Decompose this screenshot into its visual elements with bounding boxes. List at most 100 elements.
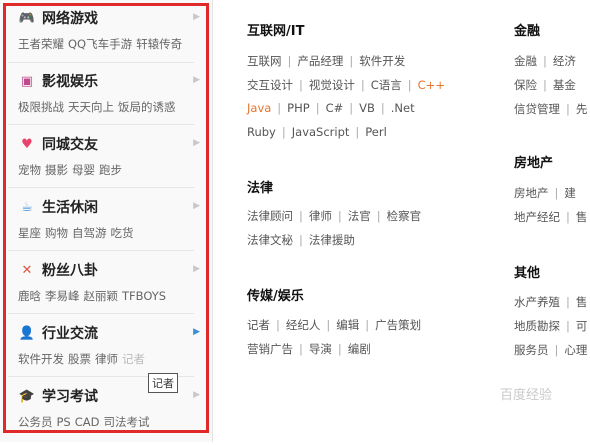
sub-link[interactable]: 鹿晗 <box>18 289 41 303</box>
sub-link[interactable]: CAD <box>75 415 100 429</box>
sub-link[interactable]: 摄影 <box>45 163 68 177</box>
job-link[interactable]: 水产养殖 <box>514 294 560 310</box>
job-link[interactable]: 法律文秘 <box>247 232 293 248</box>
chevron-right-icon: ▶ <box>193 201 200 211</box>
sub-link[interactable]: 天天向上 <box>68 100 114 114</box>
job-link[interactable]: 记者 <box>247 317 270 333</box>
sub-link[interactable]: 跑步 <box>99 163 122 177</box>
job-link[interactable]: C# <box>326 101 344 115</box>
job-link[interactable]: 律师 <box>309 208 332 224</box>
sub-link[interactable]: 赵丽颖 <box>84 289 119 303</box>
job-link[interactable]: Ruby <box>247 125 276 139</box>
sub-link[interactable]: 记者 <box>122 352 145 366</box>
job-link[interactable]: 广告策划 <box>375 317 421 333</box>
job-link[interactable]: JavaScript <box>292 125 350 139</box>
job-link[interactable]: 软件开发 <box>359 53 405 69</box>
job-link[interactable]: 产品经理 <box>297 53 343 69</box>
panel-group-other: 其他 水产养殖 | 售 地质勘探 | 可 服务员 | 心理 <box>514 262 590 357</box>
category-life-leisure[interactable]: ☕ 生活休闲 星座 购物 自驾游 吃货 ▶ <box>8 194 200 256</box>
job-link[interactable]: 先 <box>576 101 588 117</box>
sub-link[interactable]: 软件开发 <box>18 352 64 366</box>
job-link[interactable]: 地质勘探 <box>514 318 560 334</box>
person-icon: 👤 <box>18 325 36 341</box>
category-title: 网络游戏 <box>42 11 98 27</box>
job-link[interactable]: C语言 <box>371 77 402 93</box>
job-link[interactable]: 法律顾问 <box>247 208 293 224</box>
job-link[interactable]: Perl <box>365 125 387 139</box>
job-link[interactable]: 营销广告 <box>247 341 293 357</box>
job-link[interactable]: 售 <box>576 209 588 225</box>
job-link[interactable]: 保险 <box>514 77 537 93</box>
job-link[interactable]: 信贷管理 <box>514 101 560 117</box>
job-link[interactable]: 互联网 <box>247 53 282 69</box>
sub-link[interactable]: TFBOYS <box>122 289 166 303</box>
job-link[interactable]: 基金 <box>553 77 576 93</box>
category-local-dating[interactable]: ♥ 同城交友 宠物 摄影 母婴 跑步 ▶ <box>8 131 200 193</box>
job-link[interactable]: C++ <box>418 78 445 92</box>
job-link[interactable]: 服务员 <box>514 342 549 358</box>
job-link[interactable]: 地产经纪 <box>514 209 560 225</box>
divider <box>8 250 194 251</box>
group-title: 互联网/IT <box>247 24 305 39</box>
panel-group-media: 传媒/娱乐 记者 | 经纪人 | 编辑 | 广告策划 营销广告 | 导演 | 编剧 <box>247 285 497 356</box>
panel-group-finance: 金融 金融 | 经济 保险 | 基金 信贷管理 | 先 <box>514 20 590 116</box>
chevron-right-icon: ▶ <box>193 327 200 337</box>
job-link[interactable]: 检察官 <box>387 208 422 224</box>
job-link[interactable]: 视觉设计 <box>309 77 355 93</box>
job-link[interactable]: 导演 <box>309 341 332 357</box>
job-link[interactable]: 编辑 <box>336 317 359 333</box>
job-link[interactable]: 心理 <box>564 342 587 358</box>
sub-link[interactable]: 王者荣耀 <box>18 37 64 51</box>
job-link[interactable]: 可 <box>576 318 588 334</box>
category-title: 行业交流 <box>42 326 98 342</box>
sub-link[interactable]: 母婴 <box>72 163 95 177</box>
gamepad-icon: 🎮 <box>18 10 36 26</box>
sub-link[interactable]: 李易峰 <box>45 289 80 303</box>
sub-link[interactable]: 饭局的诱惑 <box>118 100 176 114</box>
job-link[interactable]: 经济 <box>553 53 576 69</box>
job-link[interactable]: .Net <box>391 101 415 115</box>
sub-link[interactable]: 吃货 <box>111 226 134 240</box>
sub-link[interactable]: 星座 <box>18 226 41 240</box>
divider <box>8 62 194 63</box>
sub-link[interactable]: 购物 <box>45 226 68 240</box>
job-link[interactable]: VB <box>359 101 375 115</box>
job-link[interactable]: 售 <box>576 294 588 310</box>
coffee-cup-icon: ☕ <box>21 199 33 215</box>
job-link[interactable]: Java <box>247 101 271 115</box>
sub-link[interactable]: 极限挑战 <box>18 100 64 114</box>
heart-icon: ♥ <box>21 136 33 152</box>
sub-link[interactable]: 宠物 <box>18 163 41 177</box>
group-title: 金融 <box>514 24 541 39</box>
sub-link[interactable]: 自驾游 <box>72 226 107 240</box>
group-title: 房地产 <box>514 156 554 171</box>
chevron-right-icon: ▶ <box>193 12 200 22</box>
category-sidebar: 🎮 网络游戏 王者荣耀 QQ飞车手游 轩辕传奇 ▶ ▣ 影视娱乐 极限挑战 天天向上 饭局的… <box>0 0 213 442</box>
sub-link[interactable]: 公务员 <box>18 415 53 429</box>
job-link[interactable]: 房地产 <box>514 185 549 201</box>
sub-link[interactable]: 司法考试 <box>104 415 150 429</box>
category-online-games[interactable]: 🎮 网络游戏 王者荣耀 QQ飞车手游 轩辕传奇 ▶ <box>8 5 200 67</box>
panel-group-it: 互联网/IT 互联网 | 产品经理 | 软件开发 交互设计 | 视觉设计 | C语言 | C++ J… <box>247 20 497 139</box>
job-link[interactable]: 法律援助 <box>309 232 355 248</box>
sub-link[interactable]: 律师 <box>95 352 118 366</box>
job-link[interactable]: 经纪人 <box>286 317 321 333</box>
job-link[interactable]: 法官 <box>348 208 371 224</box>
job-link[interactable]: 交互设计 <box>247 77 293 93</box>
tooltip: 记者 <box>148 373 178 393</box>
category-title: 生活休闲 <box>42 200 98 216</box>
watermark: 百度经验 <box>500 388 553 403</box>
category-title: 影视娱乐 <box>42 74 98 90</box>
category-film-entertainment[interactable]: ▣ 影视娱乐 极限挑战 天天向上 饭局的诱惑 ▶ <box>8 68 200 130</box>
sub-link[interactable]: 轩辕传奇 <box>136 37 182 51</box>
job-link[interactable]: PHP <box>287 101 310 115</box>
category-fan-gossip[interactable]: ✕ 粉丝八卦 鹿晗 李易峰 赵丽颖 TFBOYS ▶ <box>8 257 200 319</box>
sub-link[interactable]: 股票 <box>68 352 91 366</box>
job-link[interactable]: 编剧 <box>348 341 371 357</box>
chevron-right-icon: ▶ <box>193 264 200 274</box>
chevron-right-icon: ▶ <box>193 390 200 400</box>
sub-link[interactable]: QQ飞车手游 <box>68 37 132 51</box>
job-link[interactable]: 金融 <box>514 53 537 69</box>
job-link[interactable]: 建 <box>564 185 576 201</box>
sub-link[interactable]: PS <box>57 415 71 429</box>
